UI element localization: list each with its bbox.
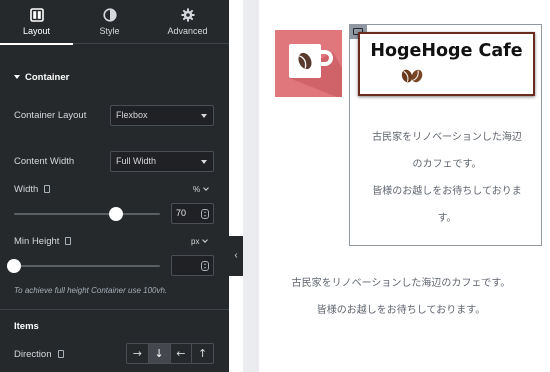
- tab-style[interactable]: Style: [73, 0, 146, 44]
- direction-button-group: → ↓ ← ↑: [126, 343, 214, 364]
- direction-row-button[interactable]: →: [127, 344, 149, 363]
- inner-text-line: 皆様のお越しをお待ちしておりま: [372, 186, 522, 197]
- responsive-desktop-icon[interactable]: [57, 350, 64, 359]
- direction-label-row: Direction: [14, 349, 64, 360]
- direction-label: Direction: [14, 349, 52, 360]
- section-divider: [0, 309, 229, 310]
- panel-tabs: Layout Style Advanced: [0, 0, 229, 45]
- caret-down-icon: [14, 75, 20, 80]
- chevron-down-icon: [203, 185, 209, 191]
- width-slider-track: [14, 213, 160, 215]
- width-input[interactable]: 70: [171, 203, 214, 224]
- canvas-gutter: [243, 0, 259, 372]
- inner-text-line: 古民家をリノベーションした海辺: [372, 132, 522, 143]
- outer-text-editor[interactable]: 古民家をリノベーションした海辺のカフェです。 皆様のお越しをお待ちしております。: [277, 270, 525, 324]
- tab-layout-label: Layout: [22, 26, 51, 36]
- width-label: Width: [14, 184, 39, 195]
- container-layout-label: Container Layout: [14, 110, 87, 121]
- container-layout-select[interactable]: Flexbox: [110, 105, 214, 126]
- gear-icon: [180, 8, 195, 22]
- tab-advanced[interactable]: Advanced: [146, 0, 229, 44]
- cafe-heading-text: HogeHoge Cafe: [370, 41, 523, 61]
- container-layout-value: Flexbox: [116, 110, 148, 120]
- chevron-down-icon: [202, 237, 209, 243]
- layout-icon: [29, 8, 44, 22]
- editor-panel: Layout Style Advanced Container Containe…: [0, 0, 229, 372]
- chevron-down-icon: [201, 160, 207, 164]
- direction-column-reverse-button[interactable]: ↑: [192, 344, 213, 363]
- tab-style-label: Style: [99, 26, 120, 36]
- panel-collapse-button[interactable]: ‹: [229, 236, 243, 276]
- width-label-row: Width: [14, 184, 51, 195]
- outer-text-line: 古民家をリノベーションした海辺のカフェです。: [291, 278, 511, 289]
- width-slider-handle[interactable]: [109, 207, 124, 221]
- responsive-desktop-icon[interactable]: [65, 237, 72, 246]
- min-height-unit-value: px: [191, 237, 200, 246]
- width-input-value: 70: [176, 208, 187, 218]
- min-height-slider-handle[interactable]: [7, 259, 21, 273]
- half-circle-icon: [102, 8, 117, 22]
- responsive-desktop-icon[interactable]: [44, 185, 51, 194]
- min-height-label-row: Min Height: [14, 236, 72, 247]
- min-height-hint: To achieve full height Container use 100…: [14, 286, 168, 295]
- coffee-beans-icon: [401, 69, 423, 83]
- cafe-heading-widget[interactable]: HogeHoge Cafe: [358, 32, 535, 96]
- min-height-slider-track: [14, 265, 160, 267]
- coffee-cup-icon: [289, 44, 342, 97]
- content-width-label: Content Width: [14, 156, 75, 167]
- direction-column-button[interactable]: ↓: [148, 344, 171, 363]
- section-container-title: Container: [25, 72, 70, 83]
- tab-layout[interactable]: Layout: [0, 0, 73, 45]
- min-height-unit-select[interactable]: px: [191, 237, 209, 246]
- width-slider[interactable]: [14, 207, 160, 221]
- min-height-slider[interactable]: [7, 259, 160, 273]
- content-width-select[interactable]: Full Width: [110, 151, 214, 172]
- tab-advanced-label: Advanced: [167, 26, 208, 36]
- min-height-input[interactable]: [171, 255, 214, 276]
- inner-text-editor[interactable]: 古民家をリノベーションした海辺 のカフェです。 皆様のお越しをお待ちしておりま …: [363, 124, 531, 232]
- content-width-value: Full Width: [116, 156, 157, 166]
- items-title: Items: [14, 321, 39, 332]
- spinner-icon[interactable]: [201, 209, 209, 219]
- inner-text-line: す。: [437, 213, 457, 224]
- direction-row-reverse-button[interactable]: ←: [171, 344, 193, 363]
- spinner-icon[interactable]: [201, 261, 209, 271]
- section-container-toggle[interactable]: Container: [14, 72, 69, 83]
- inner-text-line: のカフェです。: [412, 159, 482, 170]
- coffee-cup-image[interactable]: [275, 30, 342, 97]
- outer-text-line: 皆様のお越しをお待ちしております。: [316, 305, 486, 316]
- width-unit-select[interactable]: %: [193, 185, 209, 194]
- width-unit-value: %: [193, 185, 201, 194]
- min-height-label: Min Height: [14, 236, 60, 247]
- chevron-down-icon: [201, 114, 207, 118]
